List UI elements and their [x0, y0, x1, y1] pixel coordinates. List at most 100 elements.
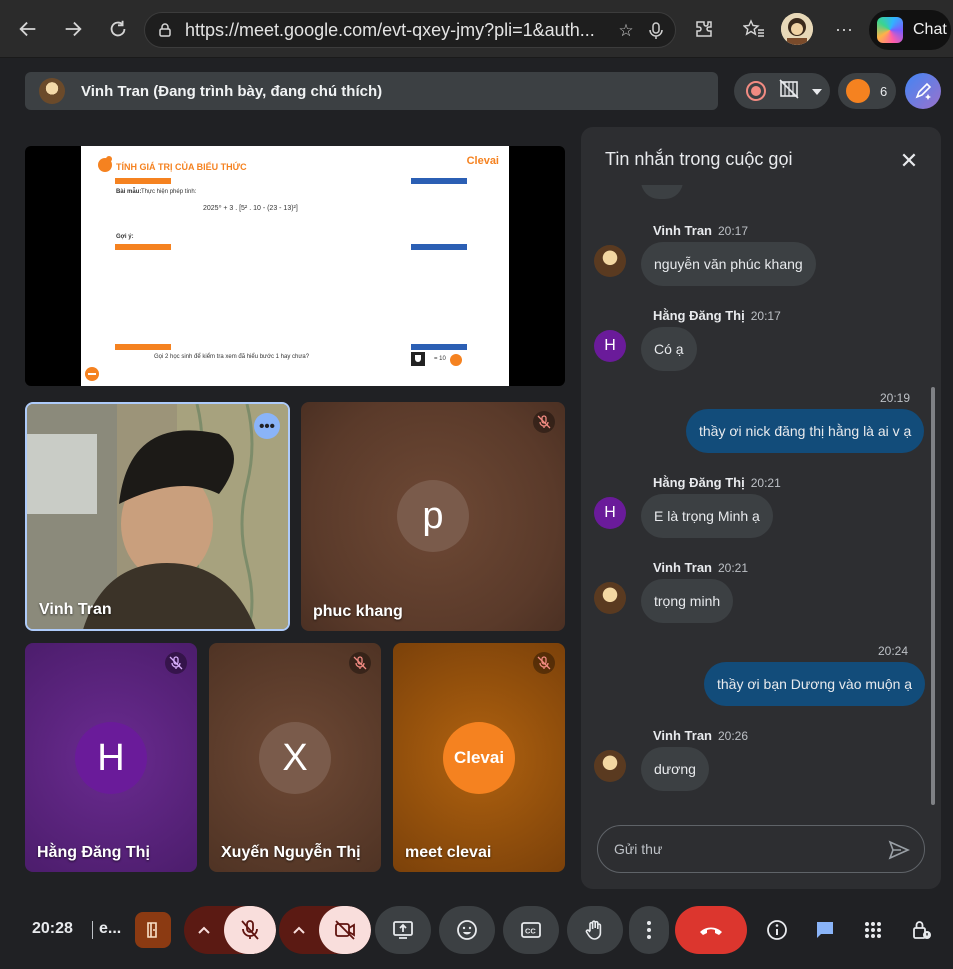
apps-grid-icon [865, 922, 881, 938]
microphone-off-button[interactable] [224, 906, 276, 954]
divider [92, 921, 93, 939]
slide-hint-label: Gợi ý: [116, 234, 134, 240]
camera-options-chevron-icon[interactable] [279, 906, 319, 954]
slide-tag [115, 344, 171, 350]
slide-tag [115, 178, 171, 184]
recording-icon[interactable] [746, 81, 766, 101]
in-call-chat-panel: Tin nhắn trong cuộc gọi ✕ Vinh Tran 20:17… [581, 127, 941, 889]
participants-button[interactable]: 6 [838, 73, 896, 109]
mic-options-chevron-icon[interactable] [184, 906, 224, 954]
message-sender: Vinh Tran 20:26 [653, 728, 749, 743]
more-options-button[interactable] [629, 906, 669, 954]
sender-avatar [594, 750, 626, 782]
presenter-avatar [39, 78, 65, 104]
sender-avatar [594, 245, 626, 277]
screen: https://meet.google.com/evt-qxey-jmy?pli… [0, 0, 953, 969]
host-controls-button[interactable] [901, 906, 941, 954]
slide-title: TÍNH GIÁ TRỊ CỦA BIỂU THỨC [116, 162, 247, 172]
send-icon[interactable] [888, 839, 910, 861]
favorites-icon[interactable] [739, 14, 769, 44]
message-sender: Hằng Đăng Thị 20:17 [653, 308, 781, 323]
svg-text:CC: CC [525, 927, 536, 936]
presenter-label: Vinh Tran (Đang trình bày, đang chú thíc… [81, 82, 383, 100]
camera-off-button[interactable] [319, 906, 371, 954]
message-sender: Vinh Tran 20:17 [653, 223, 749, 238]
forward-arrow-icon[interactable] [57, 13, 89, 45]
microphone-icon[interactable] [645, 20, 667, 42]
slide-example-label: Bài mẫu: [116, 189, 142, 195]
copilot-chat-button[interactable]: Chat [869, 10, 951, 50]
more-options-icon[interactable]: ··· [829, 14, 859, 44]
more-options-icon[interactable]: ••• [254, 413, 280, 439]
chat-panel-title: Tin nhắn trong cuộc gọi [605, 149, 793, 169]
message-bubble-self: thầy ơi nick đăng thị hằng là ai v ạ [686, 409, 925, 453]
camera-off-icon [335, 920, 355, 940]
participant-tile-hang-dang-thi[interactable]: H Hằng Đăng Thị [25, 643, 197, 872]
message-time: 20:19 [880, 391, 911, 405]
layout-off-icon[interactable] [778, 78, 800, 104]
chat-input-box[interactable] [597, 825, 925, 873]
camera-control[interactable] [279, 906, 371, 954]
meeting-code[interactable]: e... [99, 920, 121, 938]
chat-message-input[interactable] [614, 841, 874, 857]
chat-button[interactable] [805, 906, 845, 954]
breakout-rooms-button[interactable] [135, 912, 171, 948]
door-exit-icon [147, 922, 157, 938]
closed-captions-icon: CC [521, 922, 541, 938]
chevron-down-icon[interactable] [812, 82, 822, 100]
chat-icon [817, 922, 833, 938]
squirrel-mascot-icon [98, 156, 112, 172]
profile-avatar[interactable] [781, 13, 813, 45]
favorite-star-icon[interactable]: ☆ [615, 20, 637, 42]
acorn-icon [450, 354, 462, 366]
browser-toolbar: https://meet.google.com/evt-qxey-jmy?pli… [0, 0, 953, 58]
chat-message-list[interactable]: Vinh Tran 20:17 nguyễn văn phúc khang Hằn… [581, 185, 941, 815]
address-bar[interactable]: https://meet.google.com/evt-qxey-jmy?pli… [144, 12, 676, 48]
message-bubble: E là trọng Minh ạ [641, 494, 773, 538]
slide-brand: Clevai [466, 155, 499, 167]
site-info-icon[interactable] [157, 22, 173, 38]
mic-off-icon [241, 920, 259, 940]
close-icon[interactable]: ✕ [895, 147, 923, 175]
participants-avatars-icon [846, 79, 870, 103]
leave-call-button[interactable] [675, 906, 747, 954]
captions-button[interactable]: CC [503, 906, 559, 954]
trophy-icon [411, 352, 425, 366]
slide-example-text: Thực hiện phép tính: [141, 189, 197, 195]
presentation-tile[interactable]: TÍNH GIÁ TRỊ CỦA BIỂU THỨC Clevai Bài mẫ… [25, 146, 565, 386]
chat-scrollbar[interactable] [931, 387, 935, 805]
meeting-details-button[interactable] [757, 906, 797, 954]
microphone-control[interactable] [184, 906, 276, 954]
participant-count: 6 [880, 83, 888, 99]
slide-question: Gọi 2 học sinh để kiểm tra xem đã hiểu b… [154, 354, 310, 360]
participant-tile-phuc-khang[interactable]: p phuc khang [301, 402, 565, 631]
present-screen-button[interactable] [375, 906, 431, 954]
message-bubble: dương [641, 747, 709, 791]
reload-icon[interactable] [102, 13, 134, 45]
participant-tile-meet-clevai[interactable]: Clevai meet clevai [393, 643, 565, 872]
chat-label: Chat [913, 21, 947, 38]
raise-hand-button[interactable] [567, 906, 623, 954]
message-sender: Hằng Đăng Thị 20:21 [653, 475, 781, 490]
sender-avatar: H [594, 497, 626, 529]
participant-tile-vinh-tran[interactable]: ••• Vinh Tran [25, 402, 290, 631]
address-url[interactable]: https://meet.google.com/evt-qxey-jmy?pli… [185, 20, 603, 41]
participant-name: Xuyến Nguyễn Thị [221, 844, 361, 861]
activities-button[interactable] [853, 906, 893, 954]
message-bubble-partial [641, 185, 683, 199]
gemini-notes-button[interactable] [905, 73, 941, 109]
recording-controls[interactable] [734, 73, 830, 109]
extensions-icon[interactable] [689, 14, 719, 44]
present-screen-icon [393, 921, 413, 939]
raise-hand-icon [585, 920, 602, 940]
back-arrow-icon[interactable] [12, 13, 44, 45]
message-time: 20:24 [878, 644, 909, 658]
participant-tile-xuyen-nguyen-thi[interactable]: X Xuyến Nguyễn Thị [209, 643, 381, 872]
reactions-button[interactable] [439, 906, 495, 954]
more-vertical-icon [647, 921, 651, 939]
mic-muted-icon [533, 652, 555, 674]
participant-avatar: p [397, 480, 469, 552]
participant-avatar: X [259, 722, 331, 794]
pen-sparkle-icon [915, 82, 932, 100]
host-lock-icon [913, 921, 931, 939]
